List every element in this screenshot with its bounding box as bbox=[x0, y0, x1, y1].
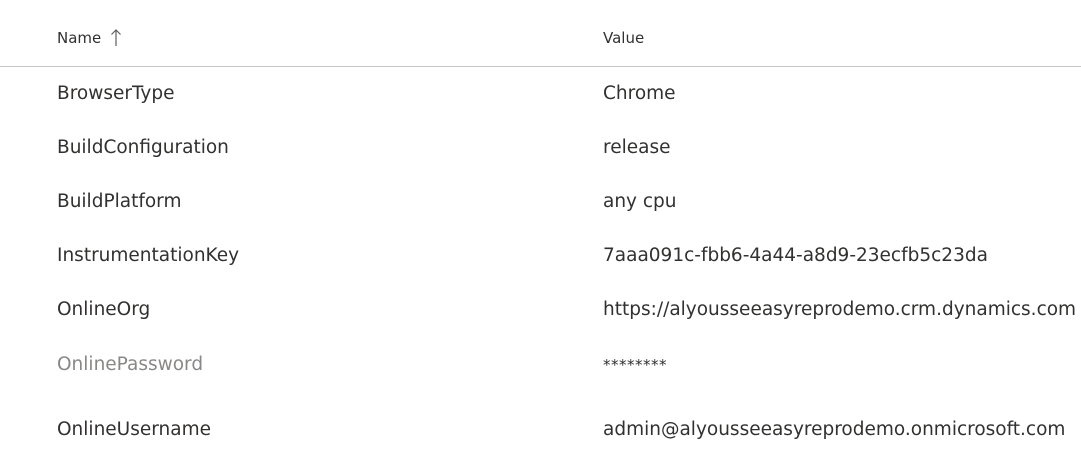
variable-value: https://alyousseeasyreprodemo.crm.dynami… bbox=[603, 299, 1077, 320]
variable-name: BrowserType bbox=[57, 83, 175, 104]
column-header-value-label: Value bbox=[603, 29, 645, 47]
variable-value: release bbox=[603, 137, 671, 158]
variable-value: any cpu bbox=[603, 191, 677, 212]
variable-value: admin@alyousseeasyreprodemo.onmicrosoft.… bbox=[603, 419, 1066, 440]
table-row[interactable]: BrowserType Chrome bbox=[0, 67, 1081, 121]
arrow-up-icon bbox=[110, 28, 122, 48]
variable-value: 7aaa091c-fbb6-4a44-a8d9-23ecfb5c23da bbox=[603, 245, 988, 266]
table-row[interactable]: InstrumentationKey 7aaa091c-fbb6-4a44-a8… bbox=[0, 229, 1081, 283]
column-header-name[interactable]: Name bbox=[57, 27, 122, 49]
variable-name: OnlineUsername bbox=[57, 419, 211, 440]
table-row[interactable]: BuildPlatform any cpu bbox=[0, 175, 1081, 229]
variable-name: OnlinePassword bbox=[57, 354, 204, 375]
variable-value-masked: ******** bbox=[603, 356, 667, 374]
variable-name: InstrumentationKey bbox=[57, 245, 240, 266]
variable-name: BuildConfiguration bbox=[57, 137, 229, 158]
column-header-name-label: Name bbox=[57, 29, 102, 47]
variables-table: Name Value BrowserType Chrome BuildConfi… bbox=[0, 0, 1081, 460]
variable-value: Chrome bbox=[603, 83, 676, 104]
column-header-value[interactable]: Value bbox=[603, 27, 644, 49]
table-row[interactable]: OnlineOrg https://alyousseeasyreprodemo.… bbox=[0, 283, 1081, 337]
table-header: Name Value bbox=[0, 0, 1081, 67]
table-row[interactable]: OnlinePassword ******** bbox=[0, 338, 1081, 392]
table-row[interactable]: OnlineUsername admin@alyousseeasyreprode… bbox=[0, 403, 1081, 457]
table-row[interactable]: BuildConfiguration release bbox=[0, 121, 1081, 175]
variable-name: OnlineOrg bbox=[57, 299, 151, 320]
variable-name: BuildPlatform bbox=[57, 191, 182, 212]
